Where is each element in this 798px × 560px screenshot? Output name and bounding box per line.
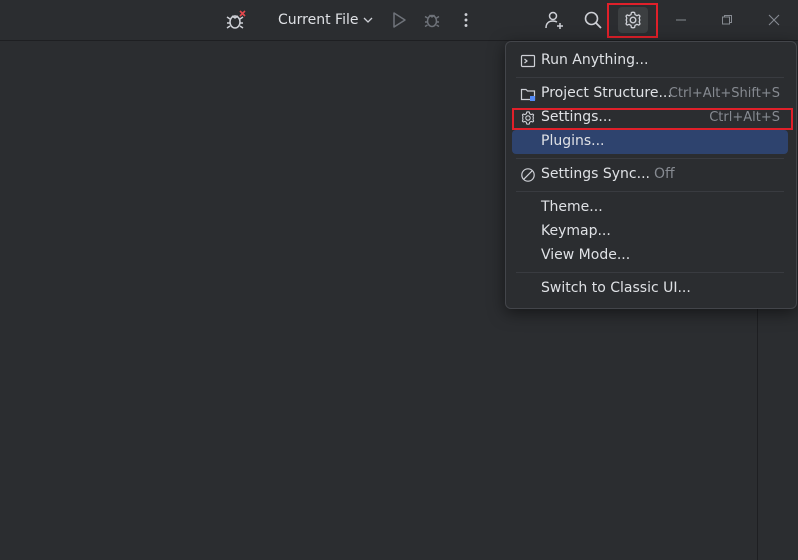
menu-item-shortcut: Ctrl+Alt+S [709, 110, 780, 125]
run-button[interactable] [388, 0, 410, 40]
run-configuration-label: Current File [278, 12, 359, 28]
search-icon [584, 11, 602, 29]
chevron-down-icon [364, 17, 373, 23]
title-bar: Current File [0, 0, 798, 41]
menu-item-label: View Mode... [541, 247, 631, 263]
menu-item-label: Project Structure... [541, 85, 672, 101]
menu-item-label: Settings... [541, 109, 612, 125]
restore-icon [722, 15, 732, 25]
debug-button[interactable] [421, 0, 443, 40]
menu-item-project-structure[interactable]: Project Structure... Ctrl+Alt+Shift+S [512, 82, 788, 106]
project-structure-icon [520, 88, 536, 101]
minimize-button[interactable] [671, 0, 691, 40]
close-button[interactable] [764, 0, 784, 40]
menu-item-keymap[interactable]: Keymap... [512, 220, 788, 244]
code-with-me-button[interactable] [542, 0, 566, 40]
settings-gear-icon [521, 111, 535, 125]
settings-sync-state: Off [653, 166, 675, 182]
close-icon [768, 14, 780, 26]
minimize-icon [676, 19, 686, 21]
settings-button[interactable] [618, 7, 648, 33]
menu-separator [516, 158, 784, 159]
menu-item-settings-sync[interactable]: Settings Sync... Off [512, 163, 788, 187]
add-user-icon [545, 11, 563, 29]
menu-item-label: Switch to Classic UI... [541, 280, 691, 296]
menu-item-label: Plugins... [541, 133, 605, 149]
more-actions-button[interactable] [456, 0, 476, 40]
menu-item-theme[interactable]: Theme... [512, 196, 788, 220]
debug-icon [424, 14, 440, 28]
settings-menu-popup: Run Anything... Project Structure... Ctr… [505, 41, 797, 309]
menu-item-run-anything[interactable]: Run Anything... [512, 49, 788, 73]
debug-bug-error-icon[interactable] [223, 0, 247, 40]
settings-gear-icon [625, 11, 641, 29]
search-button[interactable] [582, 0, 604, 40]
menu-separator [516, 191, 784, 192]
more-vertical-icon [464, 13, 468, 27]
menu-separator [516, 272, 784, 273]
run-anything-icon [520, 54, 536, 68]
menu-item-shortcut: Ctrl+Alt+Shift+S [668, 86, 780, 101]
menu-item-label: Run Anything... [541, 52, 649, 68]
menu-item-switch-classic-ui[interactable]: Switch to Classic UI... [512, 277, 788, 301]
settings-sync-label: Settings Sync... [541, 166, 650, 182]
disabled-circle-icon [521, 168, 535, 182]
menu-item-settings[interactable]: Settings... Ctrl+Alt+S [512, 106, 788, 130]
restore-button[interactable] [717, 0, 737, 40]
menu-separator [516, 77, 784, 78]
menu-item-view-mode[interactable]: View Mode... [512, 244, 788, 268]
menu-item-label: Keymap... [541, 223, 611, 239]
run-icon [393, 12, 406, 28]
run-configuration-dropdown[interactable]: Current File [278, 0, 374, 40]
menu-item-label: Theme... [541, 199, 603, 215]
menu-item-plugins[interactable]: Plugins... [512, 130, 788, 154]
menu-item-label: Settings Sync... Off [541, 166, 675, 182]
